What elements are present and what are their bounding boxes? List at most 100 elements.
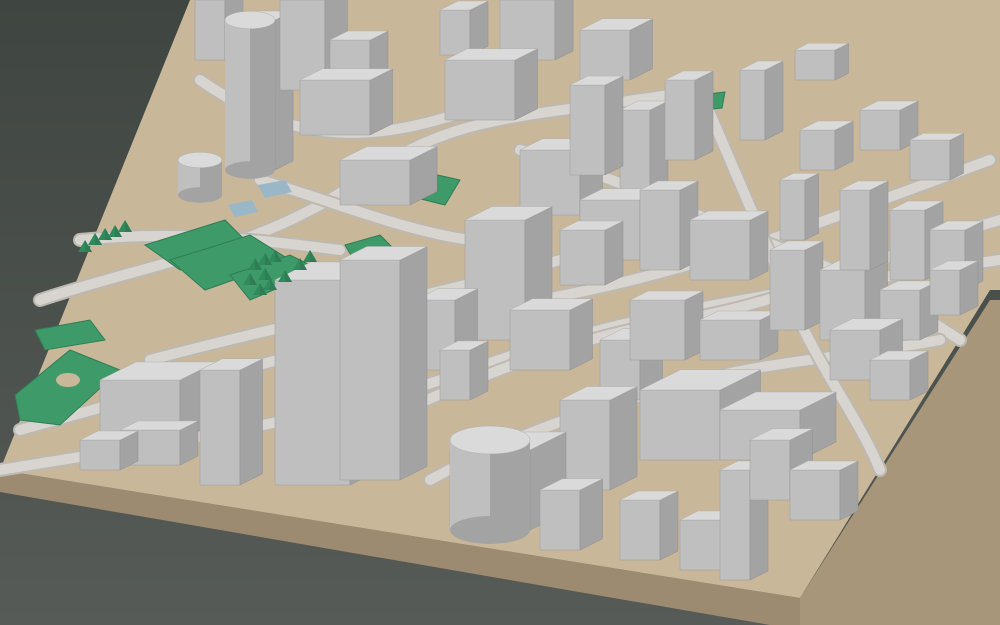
building-5-side bbox=[469, 0, 489, 56]
building-12-front bbox=[794, 49, 836, 81]
building-11-side bbox=[764, 60, 784, 141]
building-7-front bbox=[579, 29, 631, 81]
building-26 bbox=[629, 290, 704, 361]
building-52-front bbox=[719, 469, 751, 581]
building-10 bbox=[664, 70, 714, 161]
building-53-front bbox=[749, 439, 791, 501]
building-38 bbox=[929, 260, 979, 316]
building-19-side bbox=[604, 220, 624, 286]
tower-cylinder-1-base bbox=[225, 161, 275, 179]
building-16 bbox=[569, 75, 624, 176]
building-18-front bbox=[639, 189, 681, 271]
building-38-side bbox=[959, 260, 979, 316]
building-45-front bbox=[639, 389, 721, 461]
building-33 bbox=[779, 172, 819, 241]
building-34-front bbox=[799, 129, 836, 171]
building-8-front bbox=[444, 59, 516, 121]
building-56 bbox=[79, 430, 139, 471]
building-50-front bbox=[619, 499, 661, 561]
building-5-front bbox=[439, 9, 471, 56]
tower-cylinder-1-shade bbox=[250, 20, 275, 170]
building-12 bbox=[794, 42, 849, 81]
building-6-side bbox=[554, 0, 574, 61]
building-47 bbox=[559, 386, 638, 491]
building-44 bbox=[339, 246, 428, 481]
building-24-side bbox=[569, 298, 593, 371]
building-13 bbox=[299, 68, 393, 136]
building-35 bbox=[859, 100, 919, 151]
building-20-front bbox=[689, 219, 751, 281]
building-42 bbox=[199, 358, 263, 486]
tower-cylinder-1-roof bbox=[224, 11, 276, 29]
building-27 bbox=[699, 310, 779, 361]
tower-cylinder-3 bbox=[449, 425, 531, 544]
building-24-front bbox=[509, 309, 571, 371]
building-9-front bbox=[619, 109, 651, 201]
building-33-front bbox=[779, 179, 806, 241]
building-26-front bbox=[629, 299, 686, 361]
building-38-front bbox=[929, 269, 961, 316]
building-20 bbox=[689, 210, 769, 281]
building-56-front bbox=[79, 439, 121, 471]
building-44-side bbox=[399, 246, 428, 481]
building-36 bbox=[909, 132, 964, 181]
building-16-front bbox=[569, 84, 606, 176]
building-13-front bbox=[299, 79, 371, 136]
building-49-side bbox=[579, 478, 603, 551]
tower-cylinder-2-base bbox=[178, 187, 222, 203]
building-24 bbox=[509, 298, 593, 371]
building-40 bbox=[869, 350, 929, 401]
building-36-side bbox=[949, 132, 964, 181]
tower-cylinder-2 bbox=[177, 152, 223, 203]
building-54 bbox=[789, 460, 859, 521]
building-23-side bbox=[469, 340, 489, 401]
tower-cylinder-1 bbox=[224, 11, 276, 179]
building-10-front bbox=[664, 79, 696, 161]
building-5 bbox=[439, 0, 489, 56]
tower-cylinder-3-roof bbox=[449, 425, 531, 455]
city-scene-svg bbox=[0, 0, 1000, 625]
building-43-front bbox=[274, 279, 351, 486]
building-33-side bbox=[804, 172, 819, 241]
building-16-side bbox=[604, 75, 624, 176]
building-35-front bbox=[859, 109, 901, 151]
building-28-front bbox=[769, 249, 806, 331]
building-11 bbox=[739, 60, 784, 141]
building-30-front bbox=[839, 189, 871, 271]
building-42-front bbox=[199, 369, 241, 486]
building-54-front bbox=[789, 469, 841, 521]
building-42-side bbox=[239, 358, 263, 486]
building-23 bbox=[439, 340, 489, 401]
building-27-front bbox=[699, 319, 761, 361]
building-11-front bbox=[739, 69, 766, 141]
building-8-side bbox=[514, 48, 538, 121]
building-20-side bbox=[749, 210, 769, 281]
building-7 bbox=[579, 18, 653, 81]
building-54-side bbox=[839, 460, 859, 521]
building-47-side bbox=[609, 386, 638, 491]
building-1-front bbox=[194, 0, 226, 61]
building-8 bbox=[444, 48, 538, 121]
building-30 bbox=[839, 180, 889, 271]
building-19-front bbox=[559, 229, 606, 286]
park-roundabout bbox=[56, 373, 80, 387]
tower-cylinder-3-base bbox=[450, 516, 530, 544]
building-49 bbox=[539, 478, 603, 551]
building-31-front bbox=[889, 209, 926, 281]
building-36-front bbox=[909, 139, 951, 181]
tower-cylinder-2-roof bbox=[177, 152, 223, 168]
building-14-front bbox=[339, 159, 411, 206]
building-50 bbox=[619, 490, 679, 561]
building-50-side bbox=[659, 490, 679, 561]
building-18 bbox=[639, 180, 699, 271]
building-34 bbox=[799, 120, 854, 171]
city-3d-model-view bbox=[0, 0, 1000, 625]
building-14 bbox=[339, 146, 438, 206]
building-28 bbox=[769, 240, 824, 331]
building-30-side bbox=[869, 180, 889, 271]
building-40-front bbox=[869, 359, 911, 401]
building-47-front bbox=[559, 399, 611, 491]
building-19 bbox=[559, 220, 624, 286]
building-23-front bbox=[439, 349, 471, 401]
building-13-side bbox=[369, 68, 393, 136]
